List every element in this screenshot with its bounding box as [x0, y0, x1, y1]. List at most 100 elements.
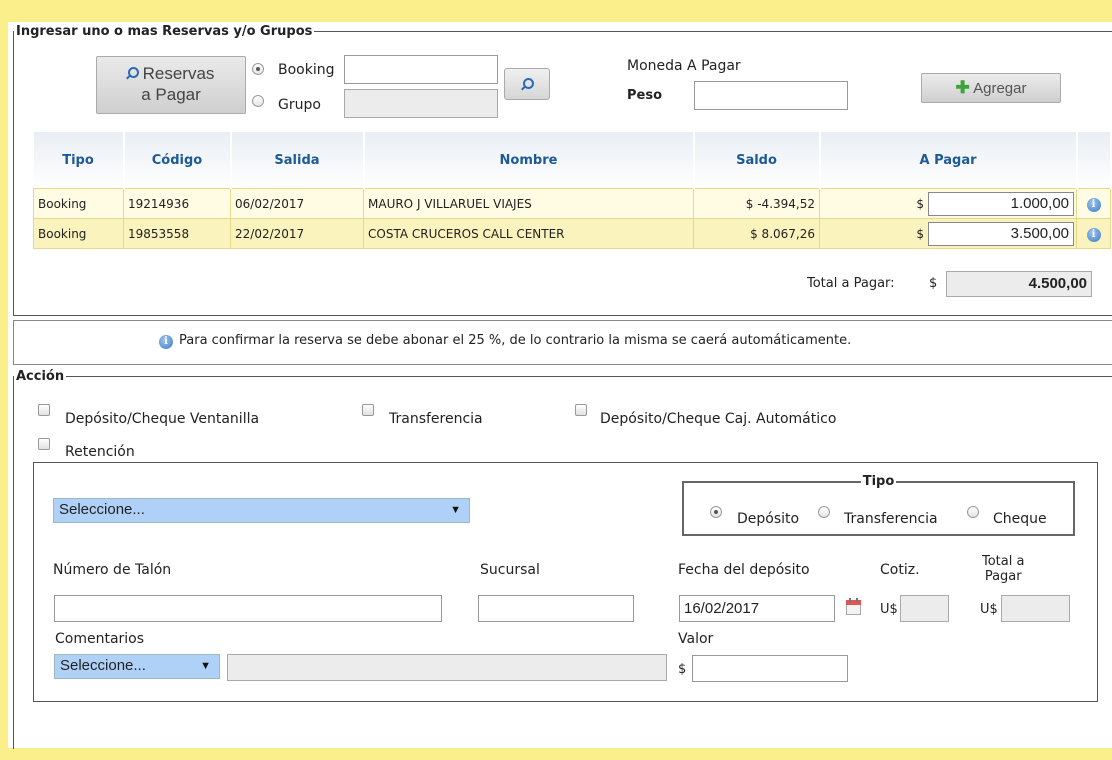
col-header-a-pagar: A Pagar — [819, 132, 1078, 189]
cell-currency: $ — [916, 226, 924, 241]
cell-info: i — [1076, 218, 1111, 249]
tipo-legend: Tipo — [862, 474, 895, 489]
total-pagar-line2: Pagar — [984, 569, 1022, 584]
grupo-radio-label: Grupo — [278, 97, 321, 113]
col-header-info — [1076, 132, 1112, 189]
deposito-ventanilla-checkbox[interactable] — [38, 404, 50, 416]
talon-label: Número de Talón — [53, 562, 172, 578]
a-pagar-input[interactable]: 1.000,00 — [928, 191, 1074, 216]
info-icon[interactable]: i — [1086, 227, 1101, 242]
total-pagar-label: Total a Pagar: — [807, 276, 895, 291]
caret-down-icon: ▼ — [450, 504, 461, 516]
retencion-checkbox[interactable] — [38, 438, 50, 450]
transferencia-label: Transferencia — [389, 411, 483, 427]
col-header-saldo: Saldo — [693, 132, 821, 189]
col-header-codigo: Código — [123, 132, 232, 189]
main-panel: Ingresar uno o mas Reservas y/o Grupos R… — [8, 22, 1112, 749]
sucursal-input[interactable] — [478, 595, 634, 622]
bottom-yellow-bar — [8, 748, 1112, 760]
info-icon: i — [159, 335, 173, 349]
fecha-input[interactable]: 16/02/2017 — [679, 595, 835, 622]
moneda-label: Moneda A Pagar — [627, 58, 741, 74]
fecha-label: Fecha del depósito — [678, 562, 810, 578]
total-pagar-usd-input — [1001, 595, 1070, 622]
total-pagar-header: Total a Pagar — [982, 554, 1024, 584]
valor-label: Valor — [678, 631, 714, 647]
cell-info: i — [1076, 188, 1111, 219]
tipo-cheque-radio[interactable] — [967, 506, 979, 518]
cell-a-pagar: $3.500,00 — [819, 218, 1077, 249]
agregar-label: Agregar — [973, 80, 1027, 97]
cotiz-input — [900, 595, 949, 622]
comentarios-select[interactable]: Seleccione... ▼ — [54, 654, 220, 679]
comentarios-select-value: Seleccione... — [60, 657, 146, 674]
deposito-automatico-label: Depósito/Cheque Caj. Automático — [600, 411, 837, 427]
a-pagar-input[interactable]: 3.500,00 — [928, 221, 1074, 246]
total-currency: $ — [929, 276, 938, 291]
cell-saldo: $ 8.067,26 — [693, 218, 820, 249]
retencion-label: Retención — [65, 444, 135, 460]
calendar-icon[interactable] — [846, 598, 861, 615]
reservas-legend: Ingresar uno o mas Reservas y/o Grupos — [16, 24, 313, 39]
cell-salida: 22/02/2017 — [230, 218, 364, 249]
notice-box: i Para confirmar la reserva se debe abona… — [13, 320, 1112, 365]
booking-input[interactable] — [344, 55, 498, 84]
top-yellow-bar — [0, 0, 1112, 22]
account-select[interactable]: Seleccione... ▼ — [53, 498, 470, 523]
notice-row: i Para confirmar la reserva se debe abona… — [159, 333, 851, 349]
grupo-radio[interactable] — [252, 95, 264, 107]
booking-radio[interactable] — [252, 63, 264, 75]
peso-input[interactable] — [694, 81, 848, 110]
col-header-tipo: Tipo — [33, 132, 125, 189]
grupo-input[interactable] — [344, 89, 498, 118]
valor-currency: $ — [678, 662, 687, 677]
table-row[interactable]: Booking 19214936 06/02/2017 MAURO J VILL… — [33, 188, 1111, 219]
tipo-transferencia-label: Transferencia — [844, 511, 938, 527]
cell-tipo: Booking — [33, 188, 124, 219]
notice-text: Para confirmar la reserva se debe abonar… — [179, 333, 852, 348]
cell-tipo: Booking — [33, 218, 124, 249]
col-header-salida: Salida — [230, 132, 365, 189]
reservas-button-line1: Reservas — [142, 64, 215, 83]
info-icon[interactable]: i — [1086, 197, 1101, 212]
agregar-button[interactable]: ✚ Agregar — [921, 73, 1061, 103]
col-header-nombre: Nombre — [363, 132, 695, 189]
cotiz-label: Cotiz. — [880, 562, 920, 578]
accion-legend: Acción — [16, 369, 65, 384]
table-row[interactable]: Booking 19853558 22/02/2017 COSTA CRUCER… — [33, 218, 1111, 249]
total-pagar-line1: Total a — [982, 554, 1025, 569]
search-booking-button[interactable] — [504, 68, 550, 100]
talon-input[interactable] — [54, 595, 442, 622]
tipo-deposito-radio[interactable] — [710, 506, 722, 518]
plus-icon: ✚ — [955, 78, 970, 97]
reservas-a-pagar-button[interactable]: Reservas a Pagar — [96, 56, 246, 114]
cell-codigo: 19853558 — [123, 218, 231, 249]
deposito-ventanilla-label: Depósito/Cheque Ventanilla — [65, 411, 260, 427]
total-pagar-currency: U$ — [980, 602, 998, 617]
cell-codigo: 19214936 — [123, 188, 231, 219]
total-pagar-value: 4.500,00 — [946, 271, 1092, 297]
tipo-deposito-label: Depósito — [737, 511, 800, 527]
cotiz-currency: U$ — [880, 602, 898, 617]
deposito-automatico-checkbox[interactable] — [575, 404, 587, 416]
reservas-button-line2: a Pagar — [141, 85, 201, 104]
sucursal-label: Sucursal — [480, 562, 540, 578]
cell-nombre: MAURO J VILLARUEL VIAJES — [363, 188, 694, 219]
transferencia-checkbox[interactable] — [362, 404, 374, 416]
valor-input[interactable] — [692, 655, 848, 682]
search-icon — [521, 78, 534, 91]
cell-salida: 06/02/2017 — [230, 188, 364, 219]
comentarios-label: Comentarios — [55, 631, 145, 647]
cell-a-pagar: $1.000,00 — [819, 188, 1077, 219]
caret-down-icon: ▼ — [200, 660, 211, 672]
tipo-cheque-label: Cheque — [993, 511, 1047, 527]
tipo-transferencia-radio[interactable] — [818, 506, 830, 518]
peso-label: Peso — [627, 88, 663, 103]
cell-currency: $ — [916, 196, 924, 211]
comentarios-input[interactable] — [227, 654, 667, 681]
account-select-value: Seleccione... — [59, 501, 145, 518]
reservas-table: Tipo Código Salida Nombre Saldo A Pagar … — [33, 132, 1112, 249]
cell-nombre: COSTA CRUCEROS CALL CENTER — [363, 218, 694, 249]
search-icon — [125, 67, 139, 80]
booking-radio-label: Booking — [278, 62, 335, 78]
